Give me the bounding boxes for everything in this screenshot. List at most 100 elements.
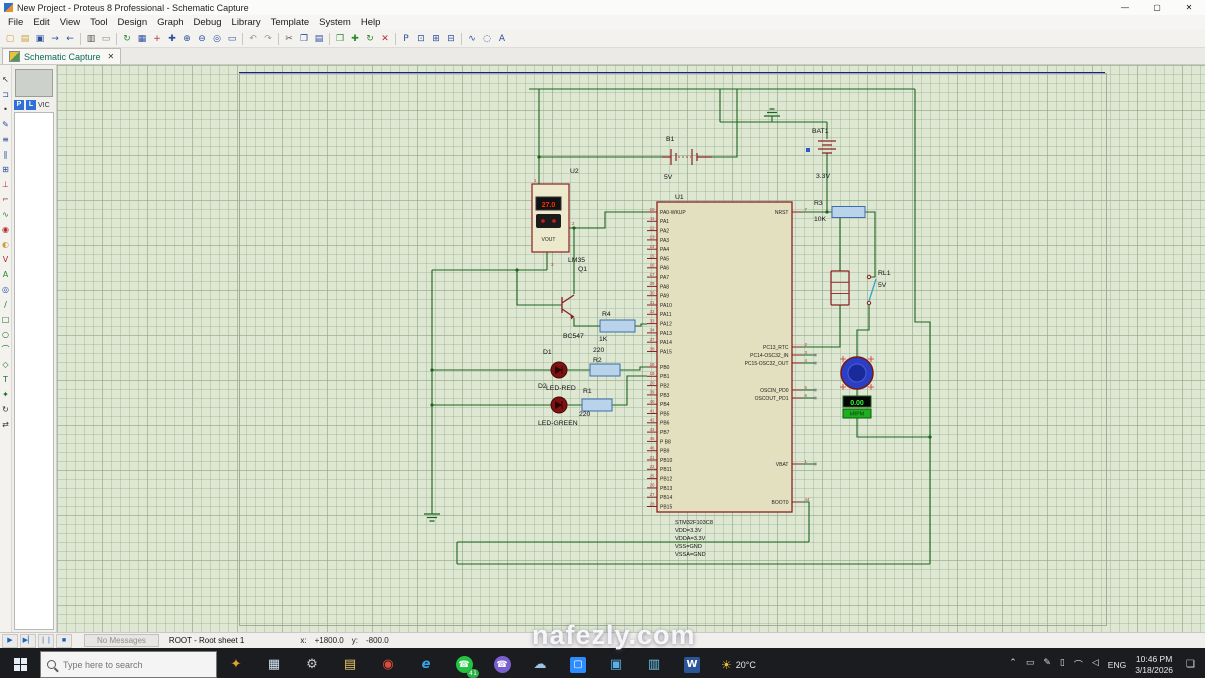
packaging-tool-icon[interactable]: ⊞ xyxy=(429,32,443,46)
wire-label-icon[interactable]: ✎ xyxy=(1,118,11,131)
text-script-icon[interactable]: ≡ xyxy=(1,133,11,146)
make-device-icon[interactable]: ⊡ xyxy=(414,32,428,46)
copy-icon[interactable]: ❐ xyxy=(297,32,311,46)
block-copy-icon[interactable]: ❒ xyxy=(333,32,347,46)
new-project-icon[interactable]: ▢ xyxy=(3,32,17,46)
bus-mode-icon[interactable]: ∥ xyxy=(1,148,11,161)
search-tag-icon[interactable]: ◌ xyxy=(480,32,494,46)
component-bat1-battery[interactable]: BAT1 3.3V xyxy=(806,128,836,180)
play-button[interactable]: ▶ xyxy=(2,634,18,648)
whatsapp-icon[interactable]: ☎41 xyxy=(445,648,483,678)
component-rl1-relay[interactable]: RL1 5V xyxy=(831,270,891,305)
stop-button[interactable]: ■ xyxy=(56,634,72,648)
minimize-button[interactable]: — xyxy=(1109,0,1141,15)
device-list[interactable] xyxy=(14,112,54,630)
tab-close-icon[interactable]: ✕ xyxy=(108,52,115,61)
wire-autorouter-icon[interactable]: ∿ xyxy=(465,32,479,46)
component-motor[interactable]: 0.00 kRPM xyxy=(840,356,874,418)
taskbar-search[interactable] xyxy=(40,651,217,678)
display-icon[interactable]: ▭ xyxy=(1026,658,1035,671)
pen-icon[interactable]: ✎ xyxy=(1043,658,1051,671)
junction-dot-icon[interactable]: • xyxy=(1,103,11,116)
redraw-icon[interactable]: ↻ xyxy=(120,32,134,46)
zoom-icon[interactable]: ▢ xyxy=(559,648,597,678)
print-icon[interactable]: ▥ xyxy=(84,32,98,46)
close-button[interactable]: ✕ xyxy=(1173,0,1205,15)
maximize-button[interactable]: ▢ xyxy=(1141,0,1173,15)
component-u2-lm35[interactable]: 27.0 VOUT 1 2 3 U2 LM35 xyxy=(532,168,585,267)
chrome-icon[interactable]: ◉ xyxy=(369,648,407,678)
pan-icon[interactable]: ✚ xyxy=(165,32,179,46)
menu-library[interactable]: Library xyxy=(227,17,266,28)
taskbar-clock[interactable]: 10:46 PM 3/18/2026 xyxy=(1135,654,1173,675)
component-r1-resistor[interactable]: R1 220 xyxy=(579,388,612,418)
language-indicator[interactable]: ENG xyxy=(1108,660,1126,670)
2d-arc-icon[interactable]: ⌒ xyxy=(1,343,11,356)
2d-path-icon[interactable]: ◇ xyxy=(1,358,11,371)
store-icon[interactable]: ▥ xyxy=(635,648,673,678)
block-rotate-icon[interactable]: ↻ xyxy=(363,32,377,46)
settings-icon[interactable]: ⚙ xyxy=(293,648,331,678)
schematic-canvas[interactable]: 27.0 VOUT 1 2 3 U2 LM35 B1 5V xyxy=(57,65,1205,632)
file-explorer-icon[interactable]: ▤ xyxy=(331,648,369,678)
menu-file[interactable]: File xyxy=(3,17,28,28)
2d-line-icon[interactable]: ∕ xyxy=(1,298,11,311)
import-section-icon[interactable]: → xyxy=(48,32,62,46)
menu-help[interactable]: Help xyxy=(356,17,386,28)
toggle-grid-icon[interactable]: ▦ xyxy=(135,32,149,46)
component-u1-stm32[interactable]: U1 10PA0-WKUP11PA112PA213PA314PA415PA516… xyxy=(647,194,817,558)
tab-schematic-capture[interactable]: Schematic Capture ✕ xyxy=(2,48,121,64)
network-icon[interactable]: ⌒ xyxy=(1074,658,1083,671)
photos-icon[interactable]: ▣ xyxy=(597,648,635,678)
component-q1-transistor[interactable]: Q1 BC547 xyxy=(562,266,587,340)
redo-icon[interactable]: ↷ xyxy=(261,32,275,46)
menu-tool[interactable]: Tool xyxy=(85,17,112,28)
menu-design[interactable]: Design xyxy=(113,17,153,28)
menu-view[interactable]: View xyxy=(55,17,85,28)
property-assignment-icon[interactable]: A xyxy=(495,32,509,46)
step-button[interactable]: ▶▏ xyxy=(20,634,36,648)
tape-recorder-icon[interactable]: ◉ xyxy=(1,223,11,236)
taskbar-weather[interactable]: ☀ 20°C xyxy=(721,658,756,672)
component-r4-resistor[interactable]: R4 1K xyxy=(599,311,635,343)
edge-icon[interactable]: e xyxy=(407,648,445,678)
pick-devices-button[interactable]: P xyxy=(14,100,24,110)
library-button[interactable]: L xyxy=(26,100,36,110)
terminal-mode-icon[interactable]: ⊥ xyxy=(1,178,11,191)
cortana-icon[interactable]: ✦ xyxy=(217,648,255,678)
volume-icon[interactable]: ◁ xyxy=(1092,658,1099,671)
current-probe-icon[interactable]: A xyxy=(1,268,11,281)
2d-box-icon[interactable]: □ xyxy=(1,313,11,326)
battery-icon[interactable]: ▯ xyxy=(1060,658,1065,671)
pause-button[interactable]: ❘❘ xyxy=(38,634,54,648)
2d-text-icon[interactable]: T xyxy=(1,373,11,386)
paste-icon[interactable]: ▤ xyxy=(312,32,326,46)
component-b1-battery[interactable]: B1 5V xyxy=(662,136,712,181)
action-center-icon[interactable]: ❏ xyxy=(1182,659,1199,670)
rotate-tool-icon[interactable]: ↻ xyxy=(1,403,11,416)
component-r2-resistor[interactable]: 220 R2 xyxy=(590,347,620,376)
generator-mode-icon[interactable]: ◐ xyxy=(1,238,11,251)
selection-mode-icon[interactable]: ↖ xyxy=(1,73,11,86)
start-button[interactable] xyxy=(0,648,40,678)
virtual-instruments-icon[interactable]: ◎ xyxy=(1,283,11,296)
save-project-icon[interactable]: ▣ xyxy=(33,32,47,46)
undo-icon[interactable]: ↶ xyxy=(246,32,260,46)
pick-device-icon[interactable]: P xyxy=(399,32,413,46)
search-input[interactable] xyxy=(61,659,185,671)
zoom-out-icon[interactable]: ⊖ xyxy=(195,32,209,46)
export-section-icon[interactable]: ← xyxy=(63,32,77,46)
menu-edit[interactable]: Edit xyxy=(28,17,54,28)
decompose-icon[interactable]: ⊟ xyxy=(444,32,458,46)
word-icon[interactable]: W xyxy=(673,648,711,678)
cut-icon[interactable]: ✂ xyxy=(282,32,296,46)
zoom-area-icon[interactable]: ▭ xyxy=(225,32,239,46)
menu-template[interactable]: Template xyxy=(266,17,315,28)
menu-system[interactable]: System xyxy=(314,17,356,28)
viber-icon[interactable]: ☎ xyxy=(483,648,521,678)
mark-output-area-icon[interactable]: ▭ xyxy=(99,32,113,46)
block-move-icon[interactable]: ✚ xyxy=(348,32,362,46)
zoom-all-icon[interactable]: ◎ xyxy=(210,32,224,46)
block-delete-icon[interactable]: ✕ xyxy=(378,32,392,46)
hidden-icons-icon[interactable]: ⌃ xyxy=(1009,658,1017,671)
